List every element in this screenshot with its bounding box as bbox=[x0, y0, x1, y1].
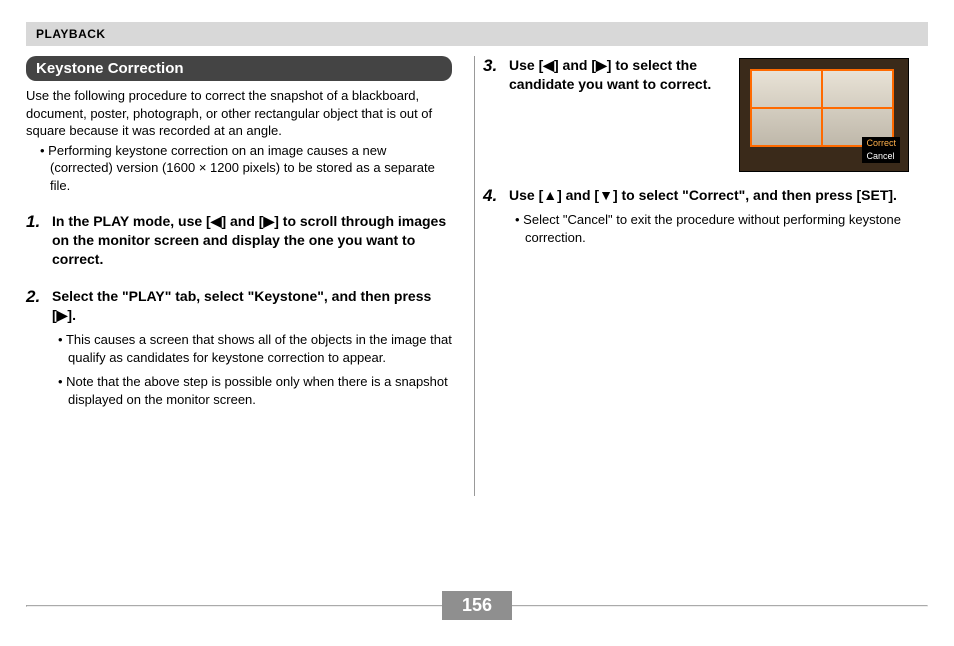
section-header-label: PLAYBACK bbox=[36, 27, 106, 41]
step-3-row: 3. Use [◀] and [▶] to select the candida… bbox=[483, 56, 909, 172]
step-4-text: Use [▲] and [▼] to select "Correct", and… bbox=[509, 186, 909, 205]
step-number: 1. bbox=[26, 212, 46, 275]
step-number: 3. bbox=[483, 56, 503, 100]
step-1-text: In the PLAY mode, use [◀] and [▶] to scr… bbox=[52, 212, 452, 269]
feature-heading: Keystone Correction bbox=[26, 56, 452, 81]
page-footer: 156 bbox=[26, 589, 928, 620]
step-2-note-1: This causes a screen that shows all of t… bbox=[52, 331, 452, 367]
keystone-candidate-grid bbox=[750, 69, 894, 147]
step-4: 4. Use [▲] and [▼] to select "Correct", … bbox=[483, 186, 909, 253]
step-4-notes: Select "Cancel" to exit the procedure wi… bbox=[509, 211, 909, 247]
intro-note-item: Performing keystone correction on an ima… bbox=[32, 142, 452, 195]
step-1: 1. In the PLAY mode, use [◀] and [▶] to … bbox=[26, 212, 452, 275]
right-column: 3. Use [◀] and [▶] to select the candida… bbox=[483, 56, 923, 496]
page-number-badge: 156 bbox=[442, 591, 512, 620]
menu-item-correct: Correct bbox=[862, 137, 900, 150]
step-body: Use [▲] and [▼] to select "Correct", and… bbox=[509, 186, 909, 253]
step-body: Select the "PLAY" tab, select "Keystone"… bbox=[52, 287, 452, 416]
step-number: 4. bbox=[483, 186, 503, 253]
left-column: Keystone Correction Use the following pr… bbox=[26, 56, 466, 496]
menu-item-cancel: Cancel bbox=[862, 150, 900, 163]
step-2-text: Select the "PLAY" tab, select "Keystone"… bbox=[52, 287, 452, 325]
step-3-text: Use [◀] and [▶] to select the candidate … bbox=[509, 56, 721, 94]
step-2: 2. Select the "PLAY" tab, select "Keysto… bbox=[26, 287, 452, 416]
step-2-notes: This causes a screen that shows all of t… bbox=[52, 331, 452, 410]
intro-paragraph: Use the following procedure to correct t… bbox=[26, 87, 452, 140]
step-2-note-2: Note that the above step is possible onl… bbox=[52, 373, 452, 409]
intro-note-list: Performing keystone correction on an ima… bbox=[26, 142, 452, 195]
screenshot-thumbnail: Correct Cancel bbox=[739, 58, 909, 172]
step-body: In the PLAY mode, use [◀] and [▶] to scr… bbox=[52, 212, 452, 275]
step-number: 2. bbox=[26, 287, 46, 416]
column-divider bbox=[474, 56, 475, 496]
step-4-note-1: Select "Cancel" to exit the procedure wi… bbox=[509, 211, 909, 247]
thumbnail-menu: Correct Cancel bbox=[862, 137, 900, 163]
section-header-bar: PLAYBACK bbox=[26, 22, 928, 46]
manual-page: PLAYBACK Keystone Correction Use the fol… bbox=[0, 0, 954, 646]
two-column-body: Keystone Correction Use the following pr… bbox=[26, 56, 928, 496]
step-3: 3. Use [◀] and [▶] to select the candida… bbox=[483, 56, 721, 100]
